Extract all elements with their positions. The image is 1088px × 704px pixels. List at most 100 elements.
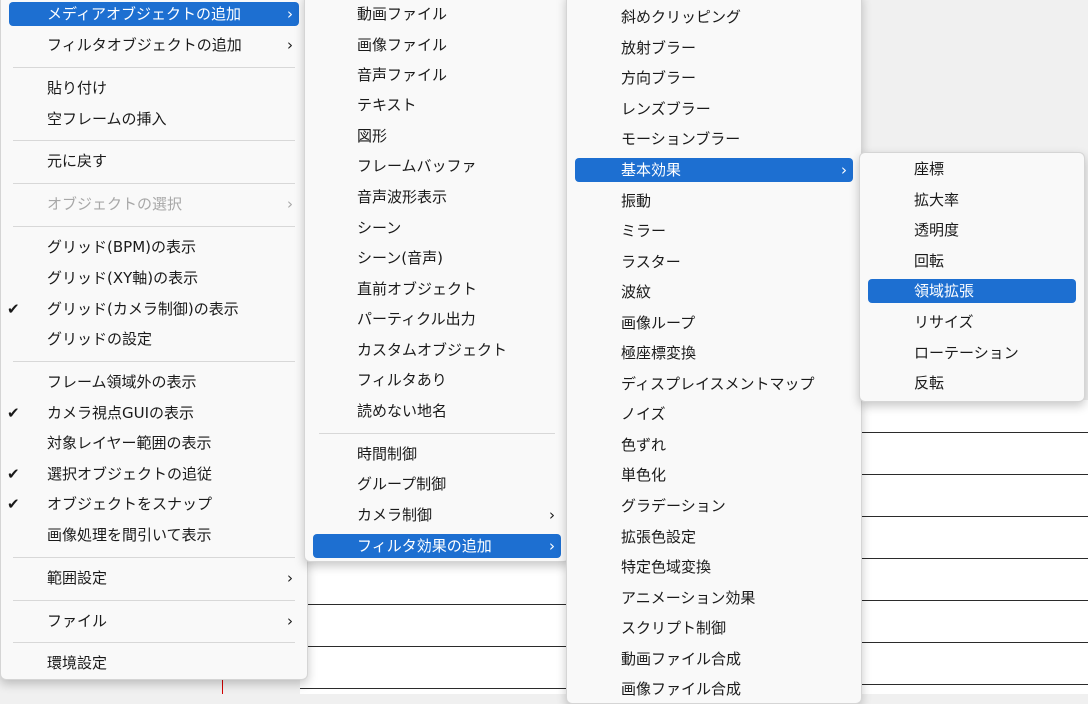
menu-item-range-settings[interactable]: 範囲設定 › xyxy=(9,566,299,590)
menu-item-label: 色ずれ xyxy=(621,436,667,454)
menu-item-label: 時間制御 xyxy=(357,445,418,463)
menu-item-label: 環境設定 xyxy=(47,654,108,672)
menu-item-label: グリッドの設定 xyxy=(47,330,153,348)
menu-item-audio-waveform[interactable]: 音声波形表示 xyxy=(313,185,561,209)
menu-item-animation-effect[interactable]: アニメーション効果 xyxy=(575,586,853,610)
menu-item-directional-blur[interactable]: 方向ブラー xyxy=(575,66,853,90)
menu-item-insert-empty-frame[interactable]: 空フレームの挿入 xyxy=(9,107,299,131)
menu-item-label: 斜めクリッピング xyxy=(621,8,742,26)
menu-item-label: ラスター xyxy=(621,253,681,271)
menu-item-frame-buffer[interactable]: フレームバッファ xyxy=(313,154,561,178)
menu-item-scene[interactable]: シーン xyxy=(313,216,561,240)
menu-item-specific-color-range[interactable]: 特定色域変換 xyxy=(575,555,853,579)
playhead-marker xyxy=(222,680,223,694)
menu-item-radial-blur[interactable]: 放射ブラー xyxy=(575,36,853,60)
chevron-right-icon: › xyxy=(287,36,293,54)
menu-item-select-object: オブジェクトの選択 › xyxy=(9,192,299,216)
menu-item-unreadable-place-name[interactable]: 読めない地名 xyxy=(313,399,561,423)
menu-item-diagonal-clipping[interactable]: 斜めクリッピング xyxy=(575,5,853,29)
menu-separator xyxy=(13,183,295,184)
menu-item-audio-file[interactable]: 音声ファイル xyxy=(313,63,561,87)
submenu-filter-effects: 斜めクリッピング 放射ブラー 方向ブラー レンズブラー モーションブラー 基本効… xyxy=(566,0,862,704)
menu-item-label: 振動 xyxy=(621,192,652,210)
menu-item-noise[interactable]: ノイズ xyxy=(575,402,853,426)
menu-item-monochrome[interactable]: 単色化 xyxy=(575,463,853,487)
menu-item-follow-selection[interactable]: ✔ 選択オブジェクトの追従 xyxy=(7,462,299,486)
menu-item-polar-transform[interactable]: 極座標変換 xyxy=(575,341,853,365)
menu-item-motion-blur[interactable]: モーションブラー xyxy=(575,127,853,151)
menu-item-video-file[interactable]: 動画ファイル xyxy=(313,2,561,26)
menu-item-shape[interactable]: 図形 xyxy=(313,124,561,148)
menu-item-displacement-map[interactable]: ディスプレイスメントマップ xyxy=(575,372,853,396)
menu-item-text[interactable]: テキスト xyxy=(313,93,561,117)
menu-item-show-outside-frame[interactable]: フレーム領域外の表示 xyxy=(9,370,299,394)
menu-item-particle-output[interactable]: パーティクル出力 xyxy=(313,307,561,331)
menu-item-vibration[interactable]: 振動 xyxy=(575,189,853,213)
menu-item-label: ローテーション xyxy=(914,344,1019,362)
checkmark-icon: ✔ xyxy=(7,404,20,422)
menu-item-camera-gui[interactable]: ✔ カメラ視点GUIの表示 xyxy=(7,401,299,425)
layer-divider xyxy=(862,684,1088,685)
menu-item-grid-bpm[interactable]: グリッド(BPM)の表示 xyxy=(9,235,299,259)
menu-item-flip[interactable]: 反転 xyxy=(868,371,1076,395)
menu-item-script-control[interactable]: スクリプト制御 xyxy=(575,616,853,640)
menu-item-scale[interactable]: 拡大率 xyxy=(868,188,1076,212)
menu-item-mirror[interactable]: ミラー xyxy=(575,219,853,243)
menu-item-gradient[interactable]: グラデーション xyxy=(575,494,853,518)
menu-item-lens-blur[interactable]: レンズブラー xyxy=(575,97,853,121)
menu-item-label: 領域拡張 xyxy=(914,282,975,300)
menu-item-opacity[interactable]: 透明度 xyxy=(868,218,1076,242)
menu-item-paste[interactable]: 貼り付け xyxy=(9,76,299,100)
layer-divider xyxy=(300,646,570,647)
menu-item-basic-effects[interactable]: 基本効果 › xyxy=(575,158,853,182)
menu-item-raster[interactable]: ラスター xyxy=(575,250,853,274)
menu-item-resize[interactable]: リサイズ xyxy=(868,310,1076,334)
menu-item-group-control[interactable]: グループ制御 xyxy=(313,472,561,496)
menu-item-video-composite[interactable]: 動画ファイル合成 xyxy=(575,647,853,671)
menu-item-extended-color[interactable]: 拡張色設定 xyxy=(575,525,853,549)
menu-item-label: グループ制御 xyxy=(357,475,447,493)
menu-item-rotation[interactable]: 回転 xyxy=(868,249,1076,273)
menu-item-label: 単色化 xyxy=(621,466,667,484)
menu-item-add-media-object[interactable]: メディアオブジェクトの追加 › xyxy=(9,2,299,26)
menu-item-add-filter-object[interactable]: フィルタオブジェクトの追加 › xyxy=(9,33,299,57)
menu-item-snap-objects[interactable]: ✔ オブジェクトをスナップ xyxy=(7,492,299,516)
menu-item-image-loop[interactable]: 画像ループ xyxy=(575,311,853,335)
menu-separator xyxy=(13,361,295,362)
menu-item-custom-object[interactable]: カスタムオブジェクト xyxy=(313,338,561,362)
menu-item-previous-object[interactable]: 直前オブジェクト xyxy=(313,277,561,301)
menu-item-preferences[interactable]: 環境設定 xyxy=(9,651,299,675)
menu-item-label: グリッド(カメラ制御)の表示 xyxy=(47,300,239,318)
menu-item-with-filter[interactable]: フィルタあり xyxy=(313,368,561,392)
menu-item-target-layer-range[interactable]: 対象レイヤー範囲の表示 xyxy=(9,431,299,455)
menu-item-label: カメラ制御 xyxy=(357,506,433,524)
menu-item-position[interactable]: 座標 xyxy=(868,157,1076,181)
menu-item-label: 放射ブラー xyxy=(621,39,697,57)
layer-divider xyxy=(862,432,1088,433)
menu-item-image-composite[interactable]: 画像ファイル合成 xyxy=(575,677,853,701)
menu-item-file[interactable]: ファイル › xyxy=(9,609,299,633)
menu-item-color-shift[interactable]: 色ずれ xyxy=(575,433,853,457)
menu-item-thin-preview[interactable]: 画像処理を間引いて表示 xyxy=(9,523,299,547)
menu-item-time-control[interactable]: 時間制御 xyxy=(313,442,561,466)
menu-item-scene-audio[interactable]: シーン(音声) xyxy=(313,246,561,270)
menu-separator xyxy=(319,433,555,434)
menu-item-label: 音声波形表示 xyxy=(357,188,448,206)
chevron-right-icon: › xyxy=(549,537,555,555)
menu-item-label: グリッド(XY軸)の表示 xyxy=(47,269,199,287)
menu-item-grid-settings[interactable]: グリッドの設定 xyxy=(9,327,299,351)
menu-item-grid-camera[interactable]: ✔ グリッド(カメラ制御)の表示 xyxy=(7,297,299,321)
menu-item-grid-xy[interactable]: グリッド(XY軸)の表示 xyxy=(9,266,299,290)
checkmark-icon: ✔ xyxy=(7,300,20,318)
menu-item-label: 直前オブジェクト xyxy=(357,280,478,298)
menu-item-rotation-transform[interactable]: ローテーション xyxy=(868,341,1076,365)
menu-item-area-expand[interactable]: 領域拡張 xyxy=(868,279,1076,303)
menu-item-ripple[interactable]: 波紋 xyxy=(575,280,853,304)
menu-item-camera-control[interactable]: カメラ制御 › xyxy=(313,503,561,527)
menu-item-add-filter-effect[interactable]: フィルタ効果の追加 › xyxy=(313,534,561,558)
menu-item-undo[interactable]: 元に戻す xyxy=(9,149,299,173)
chevron-right-icon: › xyxy=(841,161,847,179)
menu-item-label: レンズブラー xyxy=(621,100,711,118)
menu-item-image-file[interactable]: 画像ファイル xyxy=(313,33,561,57)
menu-separator xyxy=(13,67,295,68)
